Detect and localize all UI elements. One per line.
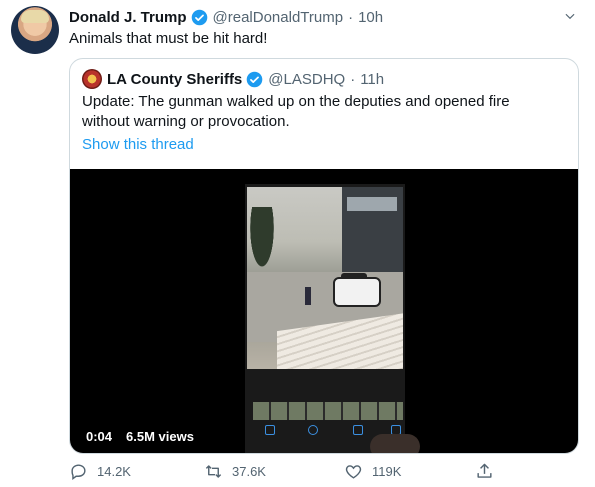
quote-text: Update: The gunman walked up on the depu… (82, 93, 510, 130)
author-handle[interactable]: @realDonaldTrump (213, 9, 344, 26)
video-views: 6.5M views (126, 429, 194, 444)
quote-author-handle[interactable]: @LASDHQ (268, 71, 345, 88)
quote-author-name[interactable]: LA County Sheriffs (107, 71, 242, 88)
retweet-icon (205, 465, 222, 478)
dot-separator: · (348, 8, 354, 26)
chevron-down-icon[interactable] (563, 9, 577, 23)
retweet-count: 37.6K (232, 464, 266, 479)
author-avatar[interactable] (11, 6, 59, 54)
like-count: 119K (372, 464, 402, 479)
like-button[interactable]: 119K (344, 462, 401, 481)
verified-badge-icon (246, 71, 263, 87)
quote-author-avatar[interactable] (82, 69, 102, 89)
video-player[interactable]: 0:04 6.5M views (70, 169, 578, 453)
heart-icon (345, 465, 362, 479)
tweet-text: Animals that must be hit hard! (69, 30, 268, 47)
author-name[interactable]: Donald J. Trump (69, 9, 187, 26)
retweet-button[interactable]: 37.6K (204, 462, 266, 481)
quote-header: LA County Sheriffs @LASDHQ · 11h (82, 69, 384, 89)
dot-separator: · (350, 70, 356, 88)
quoted-tweet[interactable]: LA County Sheriffs @LASDHQ · 11h Update:… (69, 58, 579, 454)
reply-button[interactable]: 14.2K (69, 462, 131, 481)
share-button[interactable] (475, 462, 503, 481)
video-frame (247, 187, 403, 369)
verified-badge-icon (191, 9, 207, 25)
tweet-age[interactable]: 10h (358, 9, 383, 26)
filmstrip (253, 402, 403, 420)
video-time: 0:04 (86, 429, 113, 444)
share-icon (477, 463, 492, 478)
tweet-header: Donald J. Trump @realDonaldTrump · 10h (69, 7, 383, 27)
reply-icon (71, 464, 86, 481)
tweet-actions: 14.2K 37.6K 119K (69, 462, 579, 484)
quote-age[interactable]: 11h (360, 71, 384, 88)
reply-count: 14.2K (97, 464, 131, 479)
show-thread-link[interactable]: Show this thread (82, 136, 194, 153)
hand-silhouette (370, 434, 420, 453)
